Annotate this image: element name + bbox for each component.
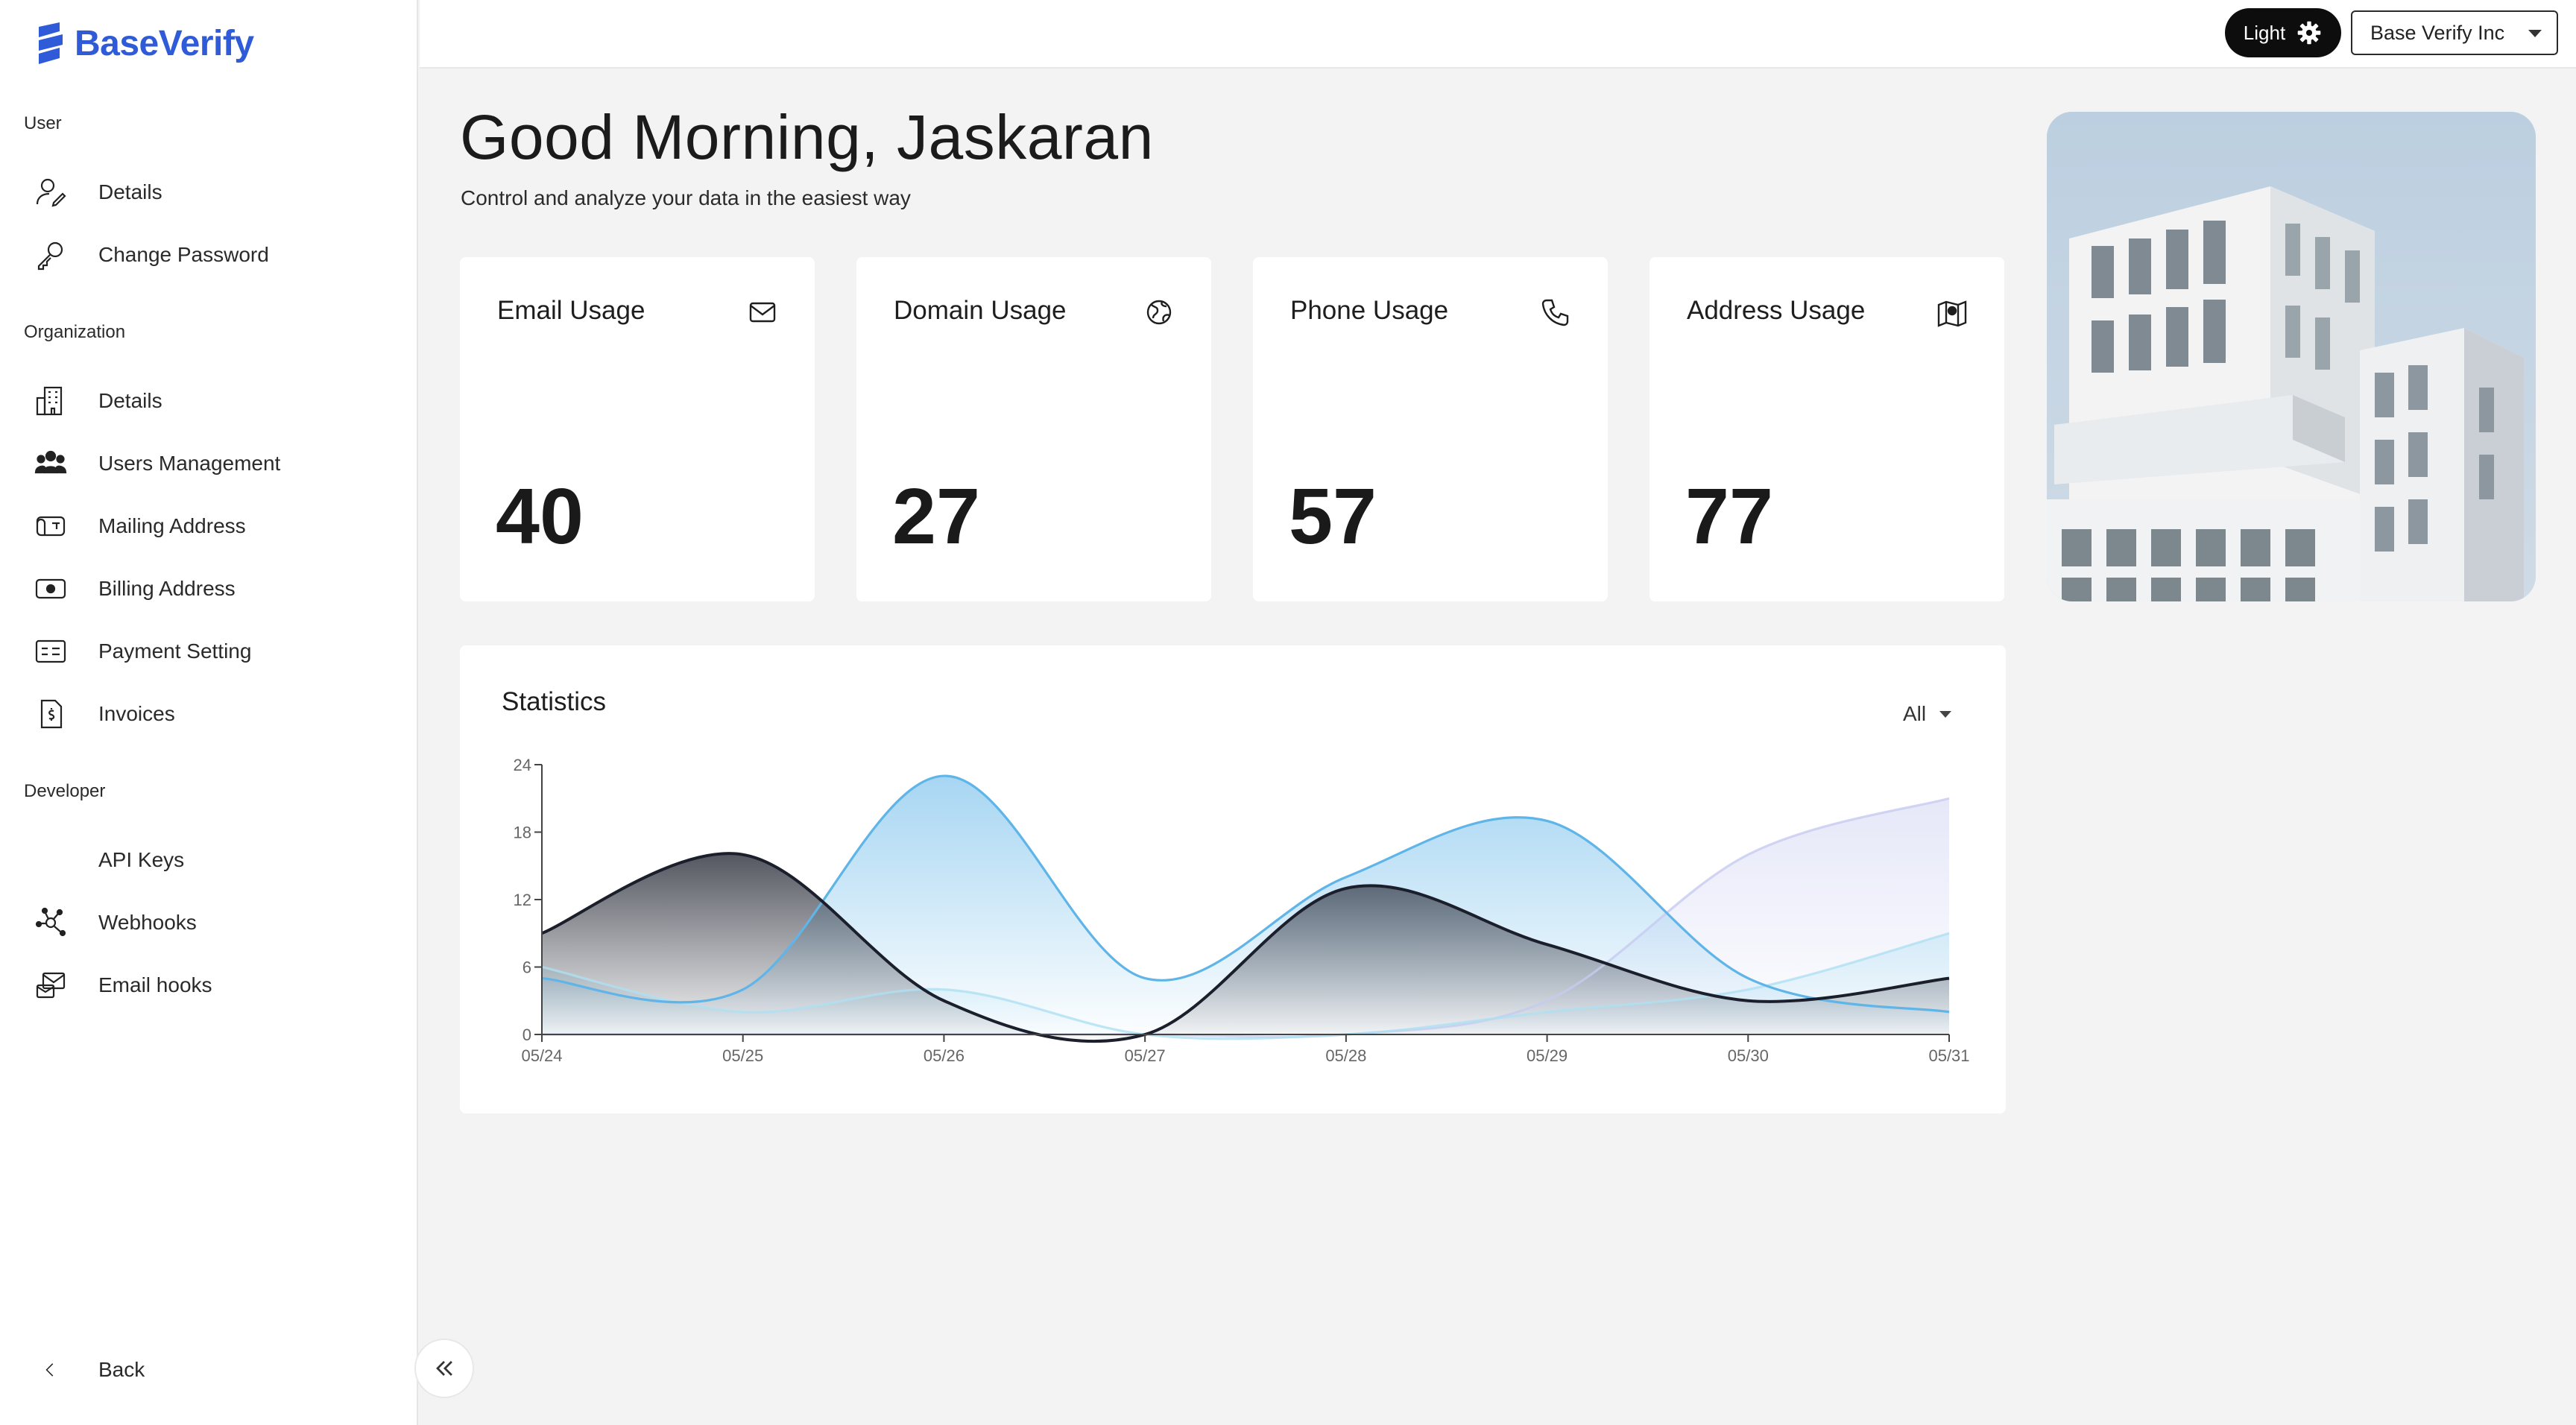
sidebar-item-label: Webhooks bbox=[98, 911, 197, 934]
card-title: Address Usage bbox=[1687, 296, 1866, 325]
app-root: BaseVerify User Details Change Password … bbox=[0, 0, 2576, 1425]
sidebar: BaseVerify User Details Change Password … bbox=[0, 0, 418, 1425]
y-tick-label: 6 bbox=[523, 958, 531, 977]
chevron-down-icon bbox=[2528, 30, 2542, 37]
y-tick-label: 24 bbox=[514, 756, 531, 774]
sidebar-item-api-keys[interactable]: API Keys bbox=[30, 836, 402, 884]
page-title: Good Morning, Jaskaran bbox=[460, 102, 1154, 172]
user-edit-icon bbox=[30, 171, 72, 213]
email-hook-icon bbox=[30, 964, 72, 1006]
brand-name: BaseVerify bbox=[75, 23, 254, 63]
page-subtitle: Control and analyze your data in the eas… bbox=[461, 186, 911, 209]
api-keys-icon bbox=[30, 839, 72, 881]
card-title: Domain Usage bbox=[894, 296, 1067, 325]
sidebar-item-label: Invoices bbox=[98, 702, 175, 725]
brand-logo[interactable]: BaseVerify bbox=[34, 21, 254, 66]
sidebar-item-billing-address[interactable]: Billing Address bbox=[30, 565, 402, 613]
sidebar-item-change-password[interactable]: Change Password bbox=[30, 231, 402, 279]
card-icon bbox=[30, 631, 72, 672]
sidebar-item-email-hooks[interactable]: Email hooks bbox=[30, 961, 402, 1009]
globe-icon bbox=[1143, 296, 1175, 329]
organization-select-value: Base Verify Inc bbox=[2370, 21, 2505, 44]
sidebar-item-label: API Keys bbox=[98, 848, 185, 871]
sidebar-item-label: Details bbox=[98, 389, 162, 412]
building-hero-image bbox=[2047, 112, 2536, 601]
cash-icon bbox=[30, 568, 72, 610]
webhook-icon bbox=[30, 902, 72, 944]
theme-toggle[interactable]: Light bbox=[2225, 8, 2341, 57]
statistics-panel: Statistics All 0 6 12 18 24 05/24 05/25 05/26 05… bbox=[460, 645, 2006, 1113]
sidebar-item-payment-setting[interactable]: Payment Setting bbox=[30, 628, 402, 675]
sidebar-item-label: Email hooks bbox=[98, 973, 212, 996]
brand-mark-icon bbox=[39, 22, 63, 64]
card-title: Phone Usage bbox=[1290, 296, 1449, 325]
map-pin-icon bbox=[1936, 296, 1969, 329]
card-value: 40 bbox=[496, 473, 584, 560]
sidebar-item-invoices[interactable]: Invoices bbox=[30, 690, 402, 738]
y-tick-label: 12 bbox=[514, 891, 531, 909]
section-label-developer: Developer bbox=[24, 781, 106, 801]
sidebar-item-mailing-address[interactable]: Mailing Address bbox=[30, 502, 402, 550]
section-label-user: User bbox=[24, 113, 62, 133]
gear-icon bbox=[2297, 21, 2321, 45]
y-tick-label: 0 bbox=[523, 1026, 531, 1044]
sidebar-item-label: Billing Address bbox=[98, 577, 236, 600]
x-tick-label: 05/27 bbox=[1125, 1046, 1166, 1065]
x-tick-label: 05/28 bbox=[1325, 1046, 1366, 1065]
building-icon bbox=[30, 380, 72, 422]
x-tick-label: 05/30 bbox=[1728, 1046, 1769, 1065]
card-title: Email Usage bbox=[497, 296, 645, 325]
organization-select[interactable]: Base Verify Inc bbox=[2351, 10, 2558, 55]
collapse-sidebar-button[interactable] bbox=[414, 1339, 474, 1398]
sidebar-item-label: Payment Setting bbox=[98, 639, 252, 663]
y-tick-label: 18 bbox=[514, 824, 531, 842]
sidebar-item-users-management[interactable]: Users Management bbox=[30, 440, 402, 487]
sidebar-item-label: Change Password bbox=[98, 243, 269, 266]
domain-usage-card[interactable]: Domain Usage 27 bbox=[856, 257, 1211, 601]
chevron-left-icon bbox=[30, 1349, 72, 1391]
phone-usage-card[interactable]: Phone Usage 57 bbox=[1253, 257, 1608, 601]
x-tick-label: 05/31 bbox=[1928, 1046, 1969, 1065]
sidebar-item-label: Mailing Address bbox=[98, 514, 246, 537]
theme-label: Light bbox=[2243, 21, 2286, 44]
x-tick-label: 05/29 bbox=[1527, 1046, 1568, 1065]
sidebar-item-user-details[interactable]: Details bbox=[30, 168, 402, 216]
card-value: 27 bbox=[892, 473, 980, 560]
double-chevron-left-icon bbox=[436, 1361, 452, 1376]
statistics-chart: 0 6 12 18 24 05/24 05/25 05/26 05/27 05/28 05/29 05… bbox=[514, 756, 1970, 1065]
x-tick-label: 05/26 bbox=[924, 1046, 965, 1065]
users-icon bbox=[30, 443, 72, 484]
sidebar-item-webhooks[interactable]: Webhooks bbox=[30, 899, 402, 947]
card-value: 57 bbox=[1289, 473, 1377, 560]
invoice-icon bbox=[30, 693, 72, 735]
key-icon bbox=[30, 234, 72, 276]
sidebar-item-label: Users Management bbox=[98, 452, 281, 475]
section-label-organization: Organization bbox=[24, 322, 126, 342]
card-value: 77 bbox=[1685, 473, 1773, 560]
x-tick-label: 05/24 bbox=[521, 1046, 562, 1065]
address-usage-card[interactable]: Address Usage 77 bbox=[1650, 257, 2004, 601]
x-tick-label: 05/25 bbox=[722, 1046, 763, 1065]
sidebar-item-org-details[interactable]: Details bbox=[30, 377, 402, 425]
envelope-icon bbox=[746, 296, 779, 329]
back-label: Back bbox=[98, 1358, 145, 1381]
mailbox-icon bbox=[30, 505, 72, 547]
phone-icon bbox=[1539, 296, 1572, 329]
back-button[interactable]: Back bbox=[30, 1346, 145, 1394]
email-usage-card[interactable]: Email Usage 40 bbox=[460, 257, 815, 601]
sidebar-item-label: Details bbox=[98, 180, 162, 203]
